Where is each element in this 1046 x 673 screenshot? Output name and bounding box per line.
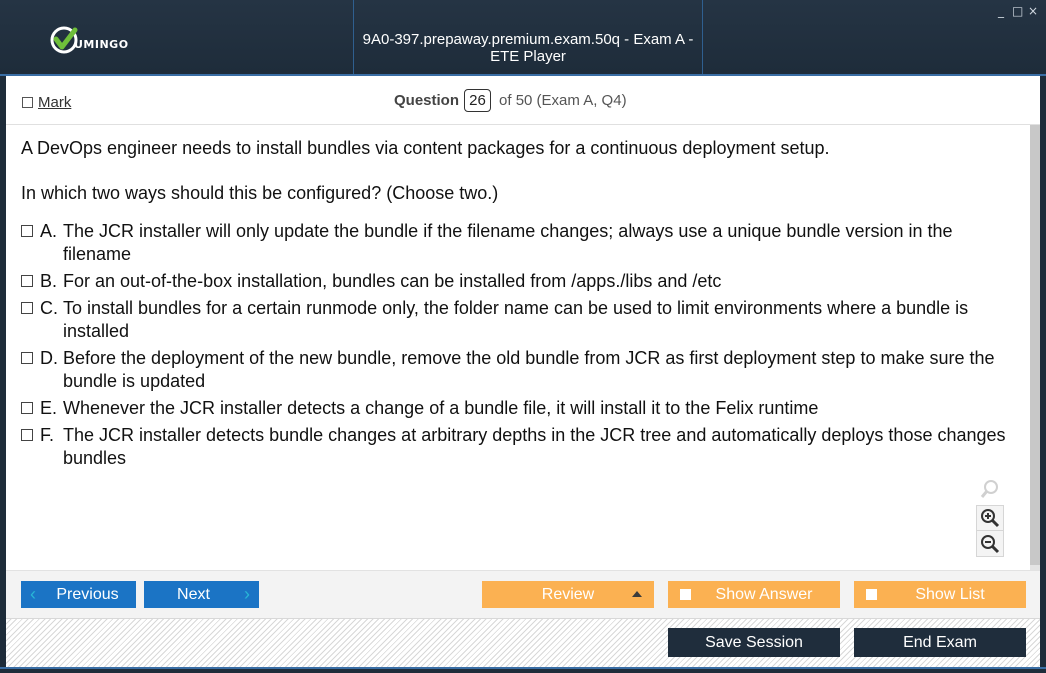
review-dropdown[interactable]: Review <box>482 581 654 608</box>
option-letter: E. <box>40 398 58 418</box>
vumingo-logo: UMINGO <box>50 26 129 54</box>
zoom-out-icon <box>981 534 1000 553</box>
mark-checkbox[interactable]: Mark <box>22 94 71 111</box>
show-answer-label: Show Answer <box>715 585 813 603</box>
answer-options: A. The JCR installer will only update th… <box>21 220 1021 474</box>
session-bar: Save Session End Exam <box>6 618 1040 667</box>
minimize-icon[interactable]: _ <box>996 4 1006 18</box>
option-checkbox[interactable] <box>21 402 33 414</box>
window-controls: _ □ × <box>996 4 1038 18</box>
mark-label[interactable]: Mark <box>38 94 71 111</box>
option-c[interactable]: C. To install bundles for a certain runm… <box>21 297 1021 343</box>
question-content: A DevOps engineer needs to install bundl… <box>6 124 1040 571</box>
question-text: A DevOps engineer needs to install bundl… <box>21 137 1021 227</box>
previous-label: Previous <box>56 585 119 603</box>
option-checkbox[interactable] <box>21 352 33 364</box>
option-checkbox[interactable] <box>21 429 33 441</box>
option-letter: A. <box>40 221 58 241</box>
option-checkbox[interactable] <box>21 302 33 314</box>
question-counter: Question 26 of 50 (Exam A, Q4) <box>394 89 627 112</box>
window-title: 9A0-397.prepaway.premium.exam.50q - Exam… <box>362 31 694 65</box>
option-letter: C. <box>40 298 58 318</box>
previous-button[interactable]: ‹ Previous <box>21 581 136 608</box>
option-f[interactable]: F. The JCR installer detects bundle chan… <box>21 424 1021 470</box>
end-exam-button[interactable]: End Exam <box>854 628 1026 657</box>
zoom-in-icon <box>981 509 1000 528</box>
logo-text: UMINGO <box>74 37 129 51</box>
chevron-left-icon: ‹ <box>30 584 36 604</box>
zoom-out-button[interactable] <box>976 531 1004 557</box>
next-label: Next <box>177 585 210 603</box>
option-text: Before the deployment of the new bundle,… <box>63 348 995 391</box>
maximize-icon[interactable]: □ <box>1012 4 1023 18</box>
caret-up-icon <box>632 591 642 597</box>
review-label: Review <box>541 585 595 603</box>
show-list-label: Show List <box>915 585 985 603</box>
window-frame-right <box>1040 76 1046 673</box>
option-text: Whenever the JCR installer detects a cha… <box>63 398 819 418</box>
option-text: To install bundles for a certain runmode… <box>63 298 969 341</box>
question-paragraph: A DevOps engineer needs to install bundl… <box>21 138 830 158</box>
chevron-right-icon: › <box>244 584 250 604</box>
show-list-toggle[interactable]: Show List <box>854 581 1026 608</box>
option-letter: B. <box>40 271 58 291</box>
option-text: For an out-of-the-box installation, bund… <box>63 271 722 291</box>
content-scrollbar[interactable] <box>1030 125 1040 571</box>
zoom-in-button[interactable] <box>976 505 1004 531</box>
navigation-bar: ‹ Previous Next › Review Show Answer Sho… <box>6 570 1040 618</box>
title-bar: UMINGO 9A0-397.prepaway.premium.exam.50q… <box>0 0 1046 76</box>
window-frame-bottom <box>0 667 1046 673</box>
option-letter: D. <box>40 348 58 368</box>
show-list-checkbox[interactable] <box>866 589 877 600</box>
show-answer-checkbox[interactable] <box>680 589 691 600</box>
window-frame-left <box>0 76 6 673</box>
next-button[interactable]: Next › <box>144 581 259 608</box>
ete-player-window: UMINGO 9A0-397.prepaway.premium.exam.50q… <box>0 0 1046 673</box>
option-checkbox[interactable] <box>21 275 33 287</box>
save-session-button[interactable]: Save Session <box>668 628 840 657</box>
option-a[interactable]: A. The JCR installer will only update th… <box>21 220 1021 266</box>
show-answer-toggle[interactable]: Show Answer <box>668 581 840 608</box>
question-paragraph: In which two ways should this be configu… <box>21 183 499 203</box>
question-number-input[interactable]: 26 <box>464 89 492 112</box>
option-e[interactable]: E. Whenever the JCR installer detects a … <box>21 397 1021 420</box>
zoom-controls <box>976 477 1004 557</box>
question-of-text: of 50 (Exam A, Q4) <box>499 92 627 109</box>
mark-checkbox-box[interactable] <box>22 97 33 108</box>
scrollbar-thumb[interactable] <box>1030 125 1040 565</box>
close-icon[interactable]: × <box>1028 4 1038 18</box>
question-label: Question <box>394 92 460 109</box>
option-checkbox[interactable] <box>21 225 33 237</box>
title-separator-right <box>702 0 703 74</box>
option-text: The JCR installer detects bundle changes… <box>63 425 1006 468</box>
option-b[interactable]: B. For an out-of-the-box installation, b… <box>21 270 1021 293</box>
question-header: Mark Question 26 of 50 (Exam A, Q4) <box>0 76 1046 124</box>
option-text: The JCR installer will only update the b… <box>63 221 953 264</box>
search-faint-icon <box>976 477 1004 501</box>
option-d[interactable]: D. Before the deployment of the new bund… <box>21 347 1021 393</box>
option-letter: F. <box>40 425 55 445</box>
